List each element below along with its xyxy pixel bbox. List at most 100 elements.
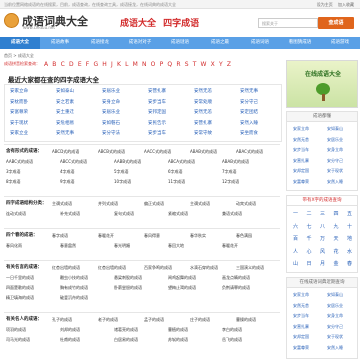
category-idiom-link[interactable]: 动宾式成语 — [236, 201, 256, 207]
category-idiom-link[interactable]: 春字成语 — [52, 233, 68, 239]
category-idiom-link[interactable]: ABAB式的成语 — [190, 149, 217, 155]
char-query-link[interactable]: 心 — [307, 248, 312, 255]
category-idiom-link[interactable]: 老子的成语 — [98, 317, 118, 323]
category-idiom-link[interactable]: 复句式成语 — [114, 211, 134, 217]
recommend-idiom-link[interactable]: 安步当车 — [293, 147, 309, 153]
popular-idiom-link[interactable]: 安坐而食 — [240, 130, 258, 136]
char-query-link[interactable]: 日 — [307, 260, 312, 267]
pinyin-letter-link[interactable]: T — [193, 61, 197, 68]
category-idiom-link[interactable]: 岳飞的成语 — [222, 337, 242, 343]
char-query-link[interactable]: 一 — [293, 210, 298, 217]
category-idiom-link[interactable]: 刘邦的成语 — [60, 327, 80, 333]
pinyin-letter-link[interactable]: M — [133, 61, 138, 68]
category-idiom-link[interactable]: 6字成语 — [168, 169, 183, 175]
category-idiom-link[interactable]: ABAC式的成语 — [236, 149, 263, 155]
category-idiom-link[interactable]: 卧薪尝胆的成语 — [114, 285, 142, 291]
char-query-link[interactable]: 万 — [320, 235, 325, 242]
category-idiom-link[interactable]: 春华秋实 — [190, 233, 206, 239]
nav-item[interactable]: 成语接龙 — [80, 37, 120, 49]
category-idiom-link[interactable]: 11字成语 — [168, 179, 185, 185]
category-idiom-link[interactable]: 苏轼的成语 — [168, 337, 188, 343]
popular-idiom-link[interactable]: 安家立业 — [10, 130, 28, 136]
popular-idiom-link[interactable]: 安营扎寨 — [148, 88, 166, 94]
pinyin-letter-link[interactable]: J — [111, 61, 113, 68]
recommend-idiom-link[interactable]: 安身立命 — [327, 147, 343, 153]
popular-idiom-link[interactable]: 安分守法 — [102, 130, 120, 136]
category-idiom-link[interactable]: 春暖花开 — [222, 243, 238, 249]
category-idiom-link[interactable]: 孟子的成语 — [144, 317, 164, 323]
category-idiom-link[interactable]: AABB式的成语 — [114, 159, 141, 165]
category-idiom-link[interactable]: 庄子的成语 — [190, 317, 210, 323]
category-idiom-link[interactable]: 春光明媚 — [114, 243, 130, 249]
category-idiom-link[interactable]: 一日千里的成语 — [6, 275, 34, 281]
nav-item[interactable]: 成语之最 — [200, 37, 240, 49]
category-idiom-link[interactable]: 连动式成语 — [6, 211, 26, 217]
char-query-link[interactable]: 七 — [307, 223, 312, 230]
popular-idiom-link[interactable]: 安邦定国 — [148, 109, 166, 115]
popular-idiom-link[interactable]: 安常守故 — [194, 130, 212, 136]
char-query-link[interactable]: 金 — [334, 260, 339, 267]
recent-query-link[interactable]: 安邦定国 — [293, 334, 309, 340]
category-idiom-link[interactable]: 李白的成语 — [222, 327, 242, 333]
recent-query-link[interactable]: 安如泰山 — [327, 292, 343, 298]
char-query-link[interactable]: 水 — [347, 248, 352, 255]
category-idiom-link[interactable]: 主谓式成语 — [190, 201, 210, 207]
nav-item[interactable]: 成语游戏 — [320, 37, 360, 49]
char-query-link[interactable]: 山 — [293, 260, 298, 267]
category-idiom-link[interactable]: 10字成语 — [114, 179, 131, 185]
category-idiom-link[interactable]: AABC式的成语 — [6, 159, 33, 165]
category-idiom-link[interactable]: 春回大地 — [168, 243, 184, 249]
logo-icon[interactable] — [4, 13, 19, 28]
recent-query-link[interactable]: 安分守己 — [327, 324, 343, 330]
pinyin-letter-link[interactable]: B — [52, 61, 56, 68]
pinyin-letter-link[interactable]: G — [93, 61, 98, 68]
nav-item[interactable]: 看图猜成语 — [280, 37, 320, 49]
category-idiom-link[interactable]: 春暖花开 — [98, 233, 114, 239]
category-idiom-link[interactable]: 望梅止渴的成语 — [168, 285, 196, 291]
popular-idiom-link[interactable]: 安于现状 — [10, 120, 28, 126]
popular-idiom-link[interactable]: 安富尊荣 — [10, 109, 28, 115]
category-idiom-link[interactable]: 红杏出墙的成语 — [98, 265, 126, 271]
char-query-link[interactable]: 四 — [334, 210, 339, 217]
char-query-link[interactable]: 风 — [320, 248, 325, 255]
recommend-idiom-link[interactable]: 安家立命 — [293, 126, 309, 132]
popular-idiom-link[interactable]: 安常处顺 — [194, 99, 212, 105]
popular-idiom-link[interactable]: 安居乐业 — [102, 88, 120, 94]
recent-query-link[interactable]: 安于现状 — [327, 334, 343, 340]
recommend-idiom-link[interactable]: 安分守己 — [327, 158, 343, 164]
pinyin-letter-link[interactable]: Y — [219, 61, 223, 68]
recommend-idiom-link[interactable]: 安然无恙 — [293, 137, 309, 143]
category-idiom-link[interactable]: 三国演义的成语 — [236, 265, 264, 271]
nav-item[interactable]: 成语大全 — [0, 37, 40, 49]
category-idiom-link[interactable]: 兼语式成语 — [222, 211, 242, 217]
pinyin-letter-link[interactable]: O — [151, 61, 156, 68]
recent-query-link[interactable]: 安然入睡 — [327, 345, 343, 351]
sidebar-banner[interactable]: 在线成语大全 — [286, 60, 358, 108]
category-idiom-link[interactable]: ABAB式的成语 — [222, 159, 249, 165]
nav-item[interactable]: 成语对对子 — [120, 37, 160, 49]
popular-idiom-link[interactable]: 安民告示 — [148, 120, 166, 126]
recommend-idiom-link[interactable]: 安富尊荣 — [293, 179, 309, 185]
pinyin-letter-link[interactable]: C — [61, 61, 65, 68]
category-idiom-link[interactable]: 红杏出墙的成语 — [52, 265, 80, 271]
popular-idiom-link[interactable]: 安然无事 — [56, 130, 74, 136]
category-idiom-link[interactable]: 诸葛亮的成语 — [114, 327, 138, 333]
char-query-link[interactable]: 天 — [334, 235, 339, 242]
recommend-idiom-link[interactable]: 安邦定国 — [293, 168, 309, 174]
popular-idiom-link[interactable]: 安土重迁 — [56, 109, 74, 115]
popular-idiom-link[interactable]: 安然无恙 — [194, 88, 212, 94]
recommend-idiom-link[interactable]: 安于现状 — [327, 168, 343, 174]
char-query-link[interactable]: 地 — [347, 235, 352, 242]
pinyin-letter-link[interactable]: Q — [167, 61, 172, 68]
popular-idiom-link[interactable]: 安家立命 — [10, 88, 28, 94]
category-idiom-link[interactable]: ABCC式的成语 — [60, 159, 87, 165]
popular-idiom-link[interactable]: 安身立命 — [102, 99, 120, 105]
char-query-link[interactable]: 十 — [347, 223, 352, 230]
category-idiom-link[interactable]: 画龙点睛的成语 — [222, 275, 250, 281]
pinyin-letter-link[interactable]: F — [86, 61, 89, 68]
popular-idiom-link[interactable]: 安然无恙 — [194, 109, 212, 115]
category-idiom-link[interactable]: 春色满园 — [236, 233, 252, 239]
recent-query-link[interactable]: 安家立命 — [293, 292, 309, 298]
popular-idiom-link[interactable]: 安如泰山 — [56, 88, 74, 94]
popular-idiom-link[interactable]: 安居乐业 — [102, 109, 120, 115]
